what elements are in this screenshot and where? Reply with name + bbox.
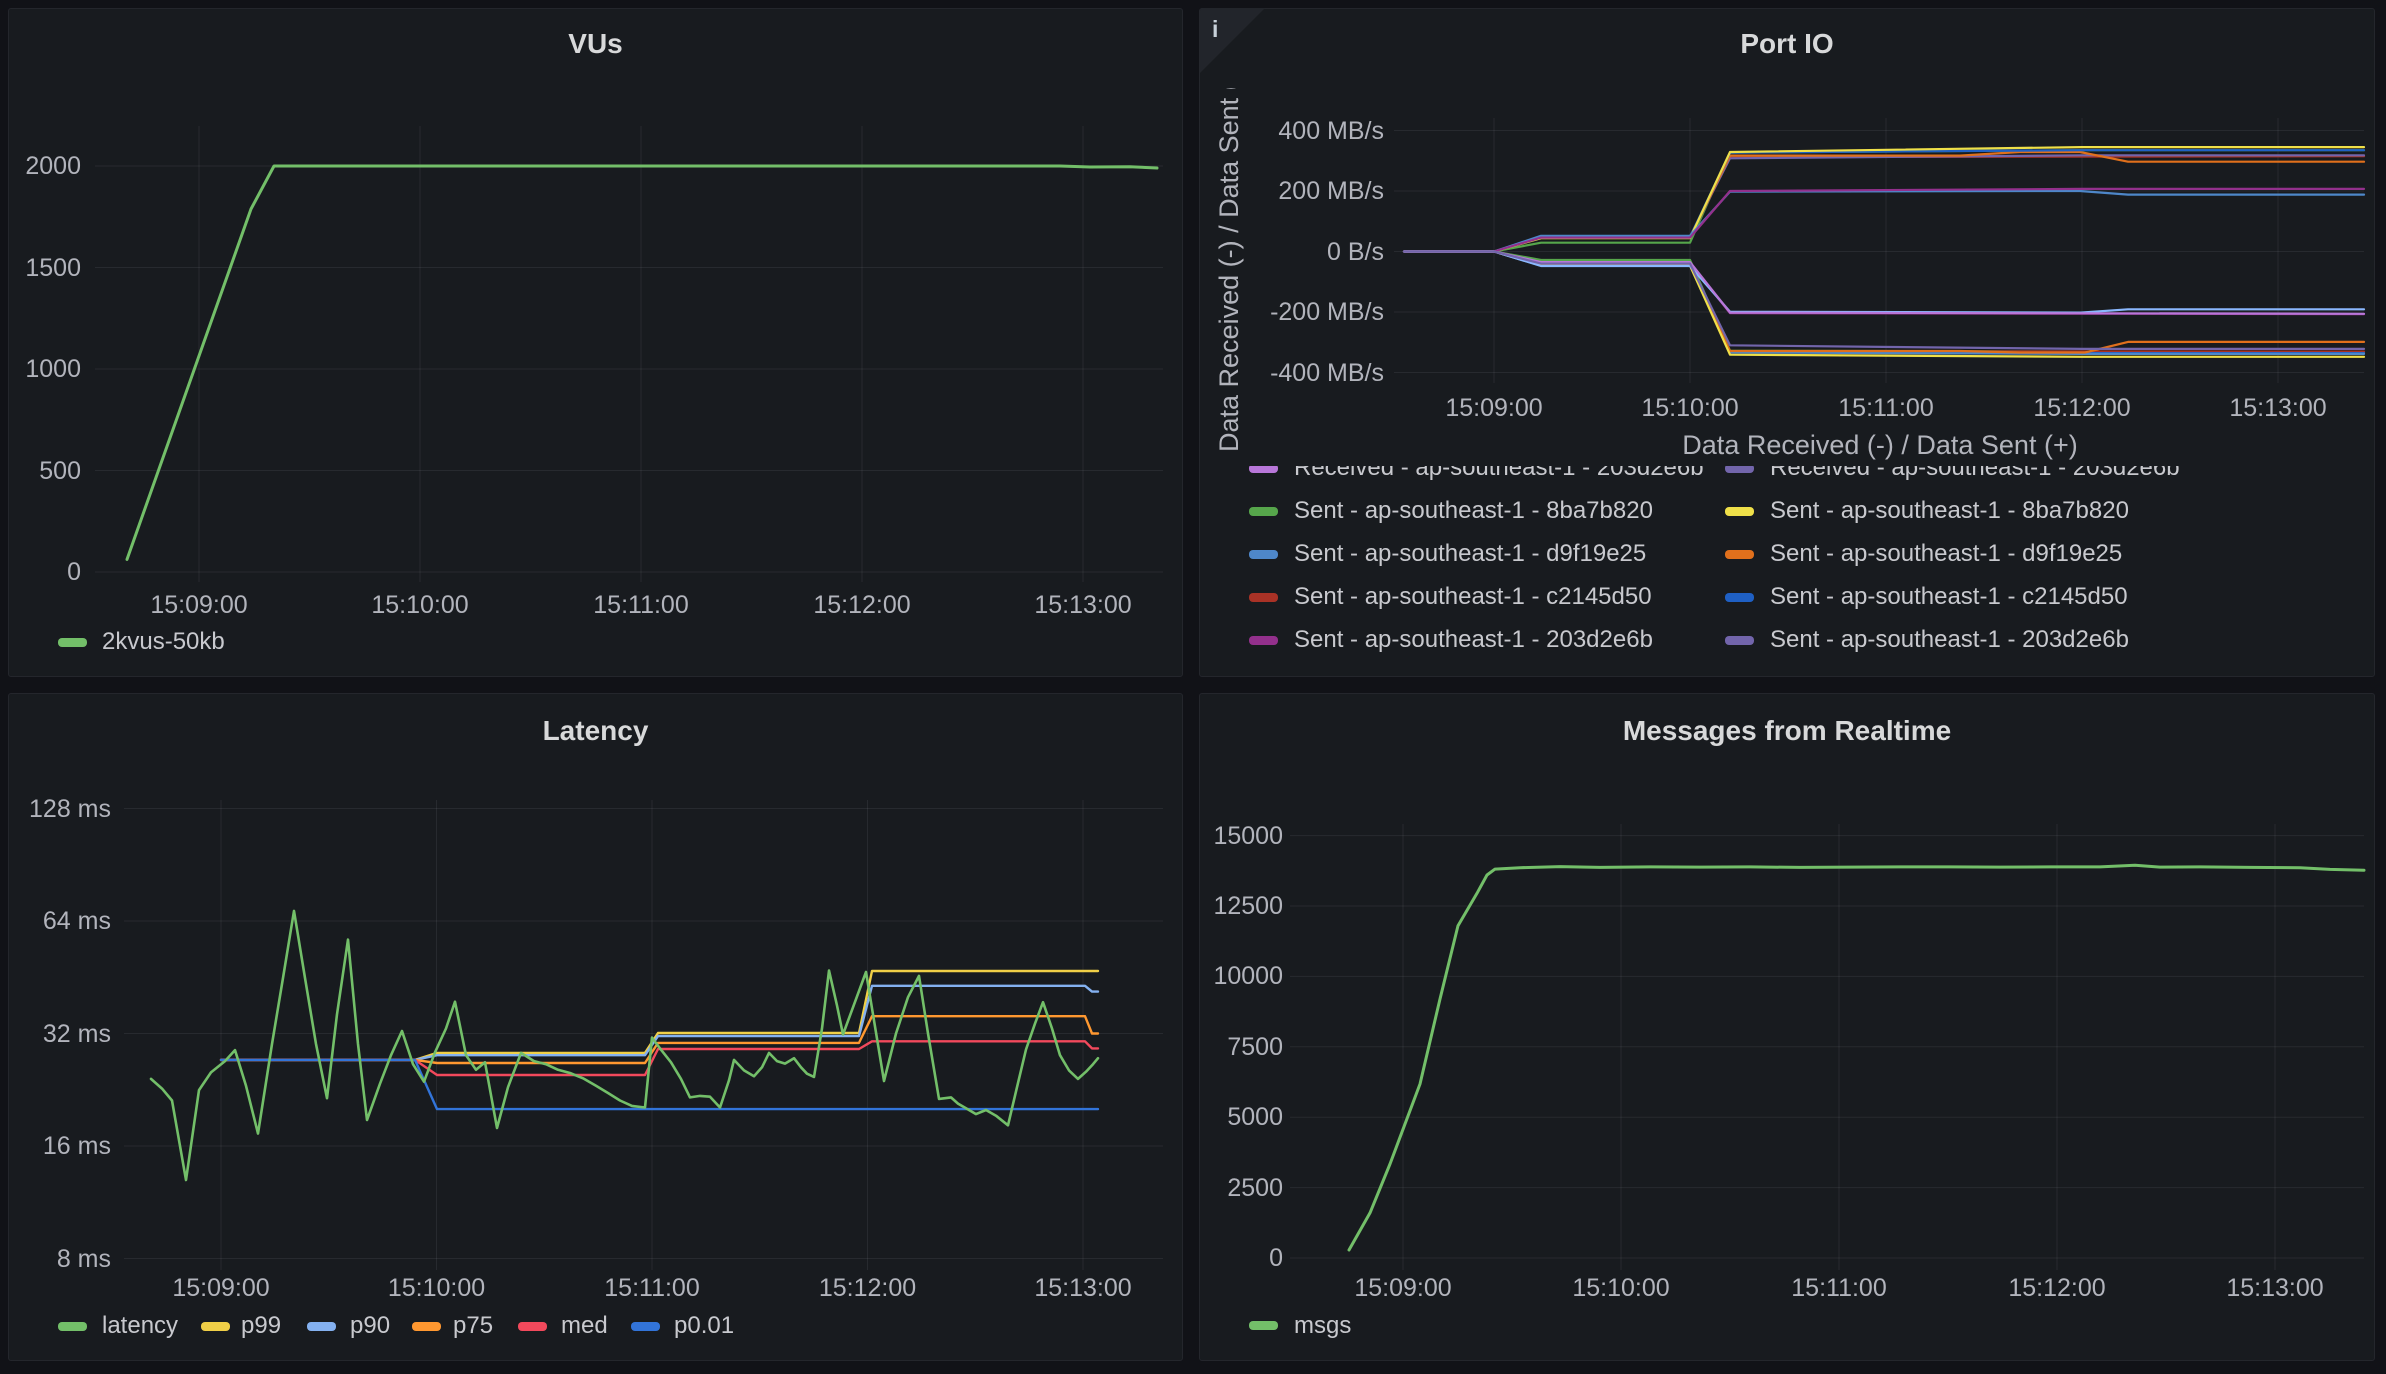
svg-text:i: i: [1212, 16, 1218, 42]
